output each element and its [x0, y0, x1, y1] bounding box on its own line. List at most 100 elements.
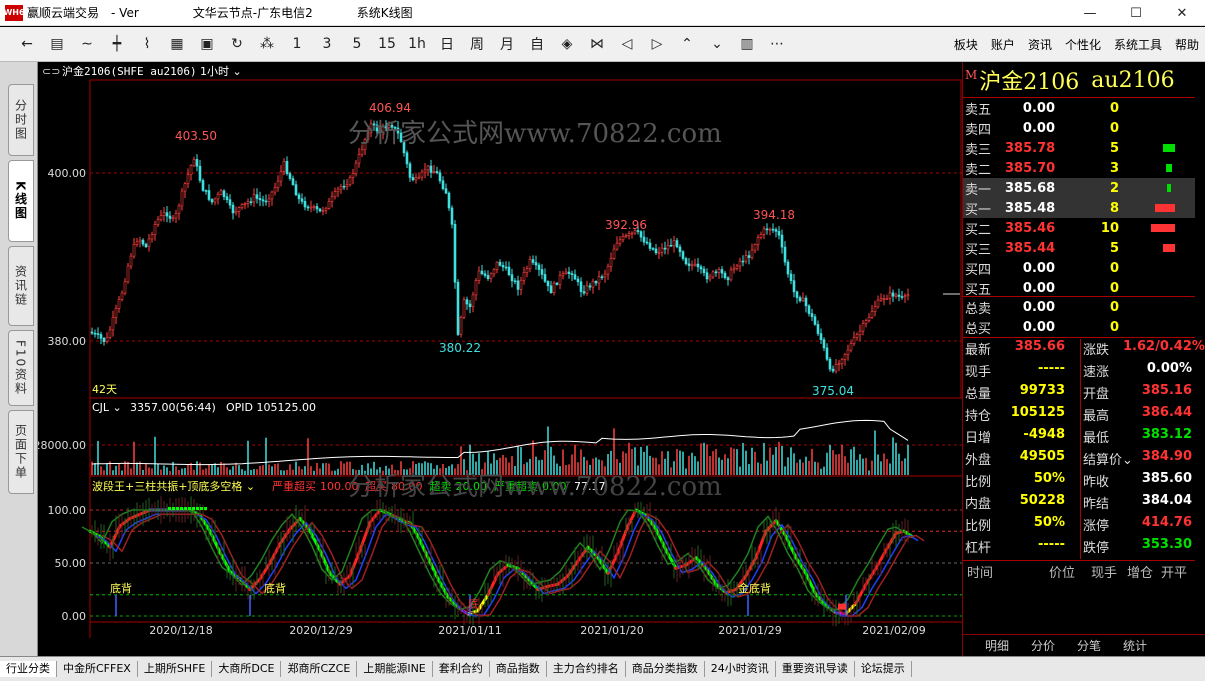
menu-item-2[interactable]: 资讯 [1028, 36, 1052, 53]
candle-body [873, 306, 877, 312]
side-tab-1[interactable]: K线图 [8, 160, 34, 242]
price-extreme-label: 394.18 [753, 208, 795, 222]
menu-item-0[interactable]: 板块 [954, 36, 978, 53]
indicator-name[interactable]: 波段王+三柱共振+顶底多空格 ⌄ [92, 479, 255, 493]
period-5-button[interactable]: 5 [342, 31, 372, 57]
orderbook-row[interactable]: 卖四 0.00 0 [963, 118, 1195, 138]
period-3-button[interactable]: 3 [312, 31, 342, 57]
menu-item-3[interactable]: 个性化 [1065, 36, 1101, 53]
period-15-button[interactable]: 15 [372, 31, 402, 57]
candle-body [246, 201, 250, 204]
orderbook-row[interactable]: 买五 0.00 0 [963, 278, 1195, 298]
period-17-button[interactable]: 自 [522, 31, 552, 57]
candle-body [867, 317, 871, 321]
candle-body [132, 244, 136, 257]
bottom-tab-0[interactable]: 行业分类 [0, 661, 57, 677]
maximize-button[interactable]: ☐ [1113, 0, 1159, 26]
period-15-button[interactable]: 周 [462, 31, 492, 57]
up-icon[interactable]: ⌃ [672, 31, 702, 57]
candle-body [252, 194, 256, 203]
bottom-signal-block [838, 603, 846, 610]
orderbook-row[interactable]: 卖三 385.78 5 [963, 138, 1195, 158]
orderbook-volume-bar [1166, 164, 1172, 172]
stat-value: 50228 [1019, 493, 1065, 508]
more-icon[interactable]: ⋯ [762, 31, 792, 57]
orderbook-row[interactable]: 买三 385.44 5 [963, 238, 1195, 258]
bottom-tab-8[interactable]: 主力合约排名 [547, 661, 626, 677]
quote-tab-2[interactable]: 分笔 [1077, 637, 1101, 654]
line-chart-icon[interactable]: ∼ [72, 31, 102, 57]
quote-tab-3[interactable]: 统计 [1123, 637, 1147, 654]
candle-body [570, 273, 574, 275]
bottom-tab-11[interactable]: 重要资讯导读 [776, 661, 855, 677]
chart-contract-header: 沪金2106(SHFE au2106) [62, 64, 197, 78]
link-icon[interactable]: ⊂⊃ [42, 65, 60, 78]
volume-indicator-name[interactable]: CJL ⌄ [92, 401, 122, 414]
quote-tab-0[interactable]: 明细 [985, 637, 1009, 654]
bottom-tab-3[interactable]: 大商所DCE [212, 661, 282, 677]
bottom-tab-4[interactable]: 郑商所CZCE [281, 661, 358, 677]
candle-body [522, 272, 526, 281]
bottom-tab-1[interactable]: 中金所CFFEX [57, 661, 138, 677]
candle-body [582, 291, 586, 294]
minimize-button[interactable]: — [1067, 0, 1113, 26]
orderbook-row[interactable]: 买四 0.00 0 [963, 258, 1195, 278]
side-tab-4[interactable]: 页面下单 [8, 410, 34, 494]
candle-body [774, 229, 778, 232]
orderbook-row[interactable]: 卖二 385.70 3 [963, 158, 1195, 178]
down-icon[interactable]: ⌄ [702, 31, 732, 57]
template-icon[interactable]: ▦ [162, 31, 192, 57]
save-icon[interactable]: ▣ [192, 31, 222, 57]
quote-stat-row: 比例 50% 昨收 385.60 [963, 471, 1195, 493]
stat-value: 105125 [1010, 405, 1065, 420]
drawing-icon[interactable]: ⌇ [132, 31, 162, 57]
bottom-tab-7[interactable]: 商品指数 [490, 661, 547, 677]
period-selector[interactable]: 1小时 ⌄ [200, 65, 242, 78]
orderbook-row[interactable]: 卖五 0.00 0 [963, 98, 1195, 118]
candle-body [306, 206, 310, 209]
bottom-tab-6[interactable]: 套利合约 [433, 661, 490, 677]
bottom-tab-9[interactable]: 商品分类指数 [626, 661, 705, 677]
candle-body [684, 258, 688, 265]
candle-body [225, 196, 229, 200]
candle-body [762, 228, 766, 235]
shrink-icon[interactable]: ◈ [552, 31, 582, 57]
side-tab-2[interactable]: 资讯链 [8, 246, 34, 326]
candlestick-icon[interactable]: ┿ [102, 31, 132, 57]
next-icon[interactable]: ▷ [642, 31, 672, 57]
candle-body [525, 268, 529, 273]
period-14-button[interactable]: 日 [432, 31, 462, 57]
candlesticks [90, 119, 910, 374]
period-16-button[interactable]: 月 [492, 31, 522, 57]
menu-item-4[interactable]: 系统工具 [1114, 36, 1162, 53]
bottom-tab-10[interactable]: 24小时资讯 [705, 661, 776, 677]
bottom-tab-2[interactable]: 上期所SHFE [138, 661, 213, 677]
side-tab-3[interactable]: F10资料 [8, 330, 34, 406]
bottom-tab-12[interactable]: 论坛提示 [855, 661, 912, 677]
side-tab-0[interactable]: 分时图 [8, 84, 34, 156]
menu-item-1[interactable]: 账户 [991, 36, 1015, 53]
tool-icon[interactable]: ⁂ [252, 31, 282, 57]
close-button[interactable]: ✕ [1159, 0, 1205, 26]
prev-icon[interactable]: ◁ [612, 31, 642, 57]
expand-icon[interactable]: ⋈ [582, 31, 612, 57]
table-icon[interactable]: ▥ [732, 31, 762, 57]
orderbook-row[interactable]: 买一 385.48 8 [963, 198, 1195, 218]
list-icon[interactable]: ▤ [42, 31, 72, 57]
candle-body [405, 152, 409, 165]
candle-body [786, 261, 790, 275]
kline-chart-svg[interactable]: ⊂⊃ 沪金2106(SHFE au2106) 1小时 ⌄ 400.00 380.00 40… [38, 62, 962, 638]
back-arrow-icon[interactable]: ← [12, 31, 42, 57]
refresh-icon[interactable]: ↻ [222, 31, 252, 57]
orderbook-row[interactable]: 买二 385.46 10 [963, 218, 1195, 238]
orderbook-row[interactable]: 卖一 385.68 2 [963, 178, 1195, 198]
quote-tab-1[interactable]: 分价 [1031, 637, 1055, 654]
bottom-tab-5[interactable]: 上期能源INE [357, 661, 433, 677]
candle-body [696, 263, 700, 268]
period-1h-button[interactable]: 1h [402, 31, 432, 57]
orderbook-label: 卖一 [965, 182, 992, 198]
menu-item-5[interactable]: 帮助 [1175, 36, 1199, 53]
period-1-button[interactable]: 1 [282, 31, 312, 57]
orderbook-label: 卖五 [965, 102, 992, 118]
kline-chart-area[interactable]: ⊂⊃ 沪金2106(SHFE au2106) 1小时 ⌄ 400.00 380.00 40… [38, 62, 962, 638]
